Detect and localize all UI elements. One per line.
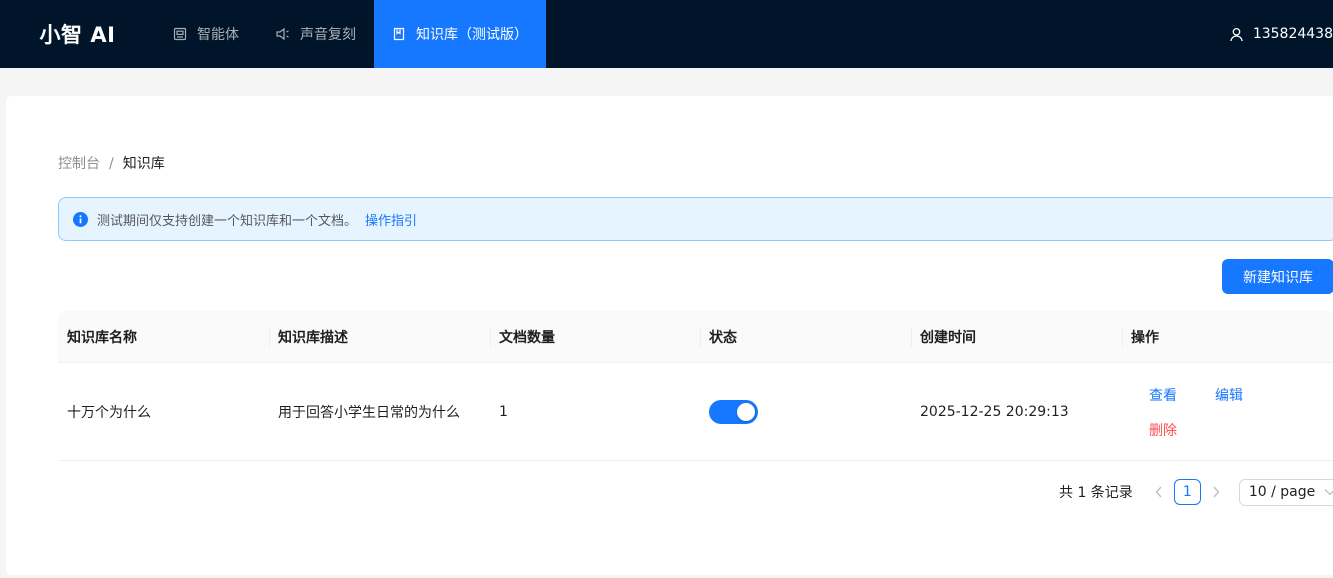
page-number-button[interactable]: 1 [1173, 479, 1201, 505]
row-actions: 查看 编辑 删除 [1131, 363, 1333, 460]
column-header-doc-count: 文档数量 [490, 311, 700, 362]
breadcrumb-current: 知识库 [122, 156, 165, 172]
nav-item-voice-clone[interactable]: 声音复刻 [257, 0, 374, 68]
chevron-right-icon [1213, 486, 1220, 498]
chevron-left-icon [1155, 486, 1162, 498]
cell-created-time: 2025-12-25 20:29:13 [920, 403, 1069, 420]
page-size-select[interactable]: 10 / page [1238, 478, 1333, 506]
pagination-total: 共 1 条记录 [1059, 485, 1133, 501]
edit-button[interactable]: 编辑 [1215, 385, 1243, 405]
nav-item-label: 智能体 [197, 27, 239, 43]
robot-icon [173, 27, 187, 41]
alert-text: 测试期间仅支持创建一个知识库和一个文档。 [97, 213, 358, 229]
cell-status [700, 363, 911, 460]
status-toggle[interactable] [709, 399, 758, 424]
page-size-value: 10 / page [1248, 484, 1316, 500]
column-header-description: 知识库描述 [269, 311, 490, 362]
info-alert: 测试期间仅支持创建一个知识库和一个文档。 操作指引 [58, 197, 1333, 241]
user-icon [1229, 27, 1243, 41]
toggle-knob [737, 402, 755, 421]
column-header-name: 知识库名称 [67, 329, 137, 346]
cell-description: 用于回答小学生日常的为什么 [278, 404, 460, 421]
nav-item-knowledge-base[interactable]: 知识库（测试版） [374, 0, 546, 68]
prev-page-button[interactable] [1147, 478, 1171, 506]
column-header-actions: 操作 [1122, 311, 1333, 362]
column-header-created-time: 创建时间 [911, 311, 1122, 362]
cell-name: 十万个为什么 [67, 404, 151, 421]
content-panel: 控制台 / 知识库 测试期间仅支持创建一个知识库和一个文档。 操作指引 新建知识库 … [6, 96, 1333, 575]
top-navigation-bar: 小智 AI 智能体 声音复刻 知识库（测试版） 135824438 [0, 0, 1333, 68]
pagination: 共 1 条记录 1 10 / page [1059, 478, 1333, 506]
cell-doc-count: 1 [499, 403, 508, 420]
table-row: 十万个为什么 用于回答小学生日常的为什么 1 2025-12-25 20:29:… [58, 363, 1333, 461]
cell-actions: 查看 编辑 删除 [1122, 363, 1333, 460]
book-icon [393, 27, 405, 41]
view-button[interactable]: 查看 [1149, 385, 1177, 405]
breadcrumb: 控制台 / 知识库 [58, 153, 165, 173]
user-account-name: 135824438 [1252, 26, 1333, 42]
brand-logo: 小智 AI [39, 23, 116, 47]
breadcrumb-separator: / [109, 156, 114, 172]
delete-button[interactable]: 删除 [1149, 420, 1177, 440]
guide-link[interactable]: 操作指引 [365, 210, 417, 229]
breadcrumb-root[interactable]: 控制台 [58, 156, 100, 172]
chevron-down-icon [1324, 489, 1333, 496]
nav-item-label: 声音复刻 [300, 27, 356, 43]
knowledge-base-table: 知识库名称 知识库描述 文档数量 状态 创建时间 操作 十万个为什么 用于回答小… [58, 311, 1333, 461]
table-header: 知识库名称 知识库描述 文档数量 状态 创建时间 操作 [58, 311, 1333, 363]
user-menu[interactable]: 135824438 [1229, 0, 1333, 68]
create-knowledge-base-button[interactable]: 新建知识库 [1222, 259, 1333, 294]
sound-icon [276, 27, 289, 41]
nav-item-agents[interactable]: 智能体 [155, 0, 257, 68]
nav-item-label: 知识库（测试版） [416, 27, 528, 43]
column-header-status: 状态 [700, 311, 911, 362]
next-page-button[interactable] [1204, 478, 1228, 506]
info-icon [73, 211, 88, 227]
